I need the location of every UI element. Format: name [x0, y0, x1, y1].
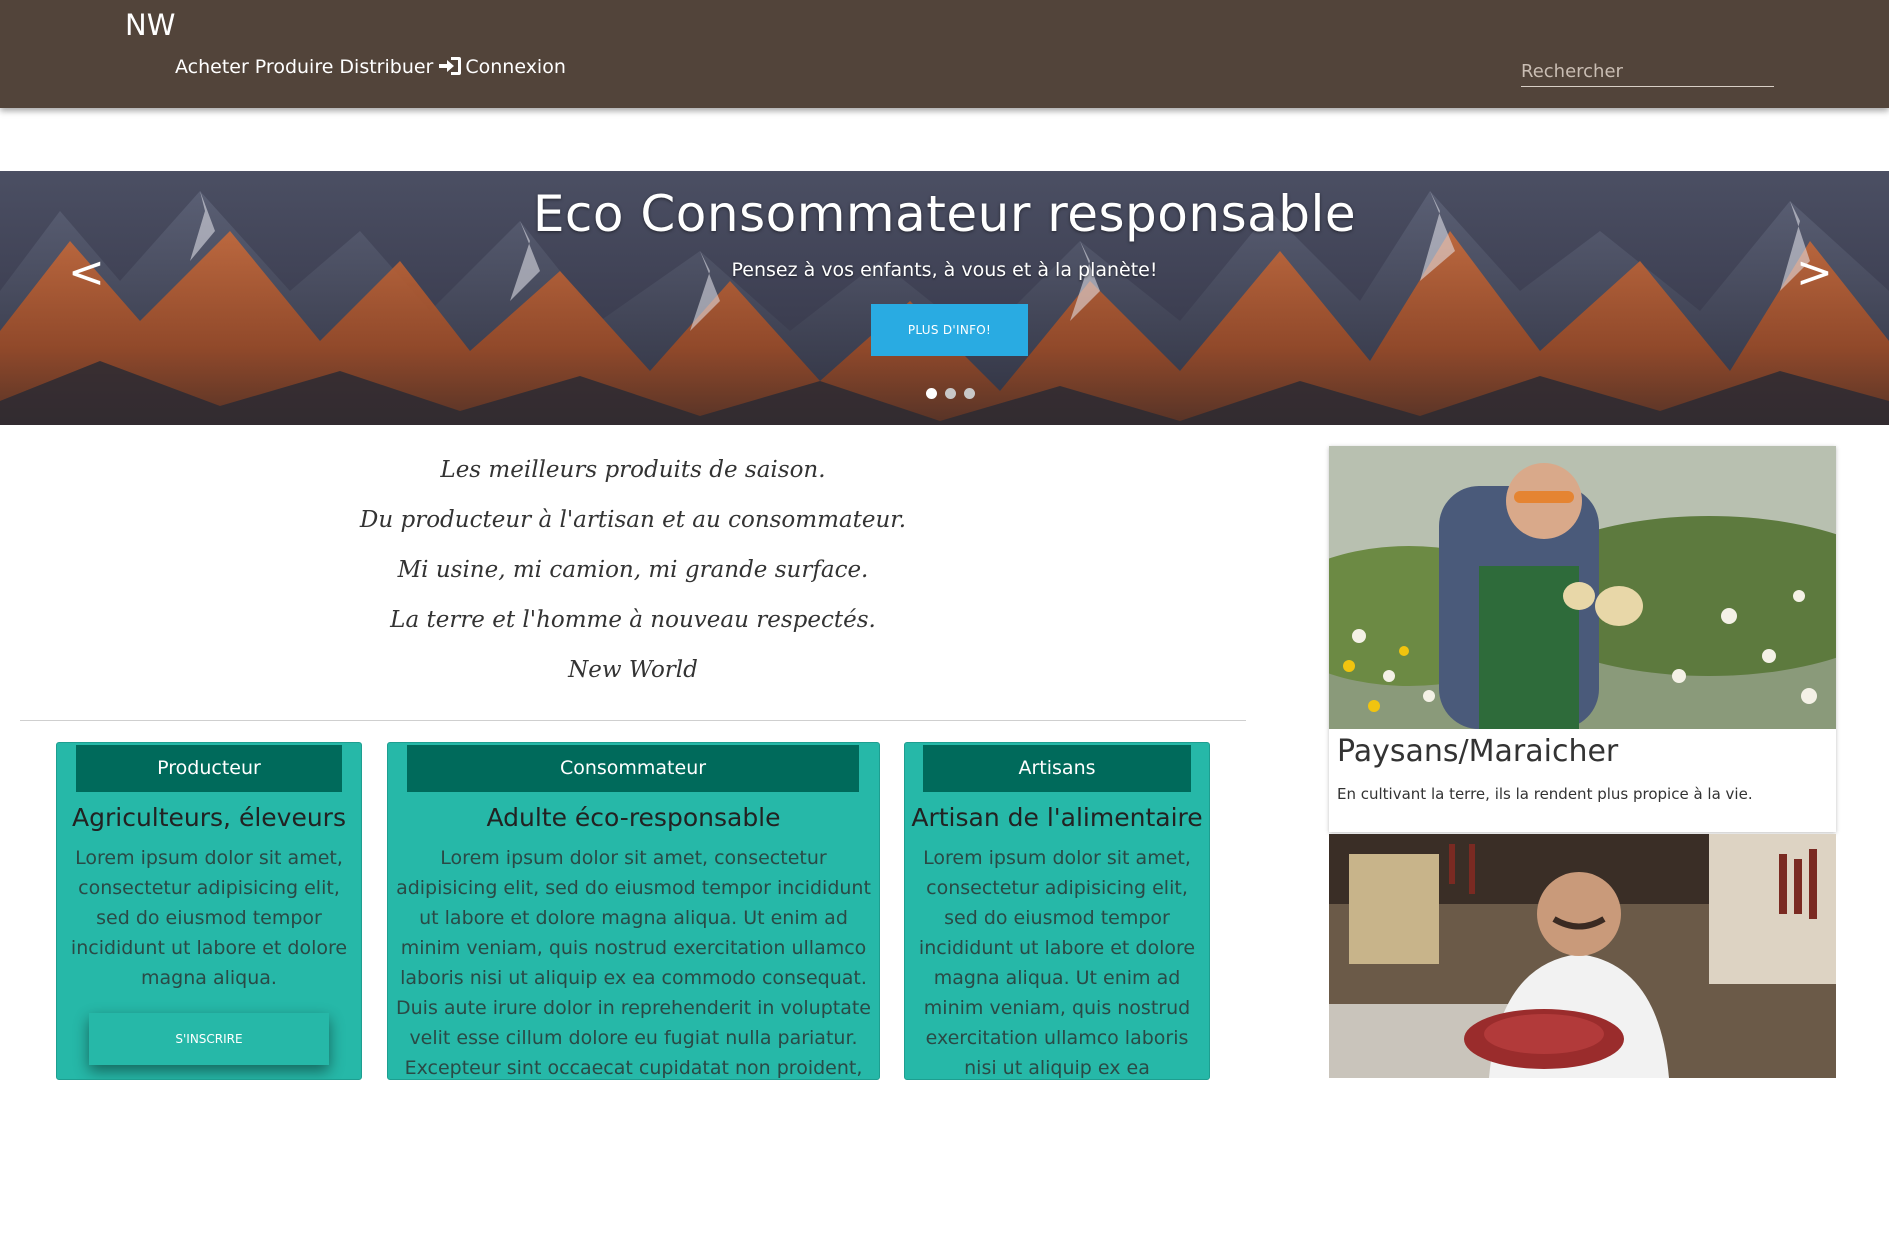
card-text-line: Lorem ipsum dolor sit amet,	[75, 847, 343, 869]
card-title: Artisan de l'alimentaire	[911, 803, 1203, 832]
card-header: Producteur	[76, 745, 342, 792]
feature-caption: Paysans/Maraicher	[1337, 734, 1619, 769]
card-text-line: ut labore et dolore magna aliqua. Ut eni…	[419, 907, 848, 929]
card-text-line: magna aliqua. Ut enim ad	[933, 967, 1181, 989]
login-label: Connexion	[465, 56, 566, 78]
sign-in-icon	[439, 57, 462, 75]
card-text: Lorem ipsum dolor sit amet, consectetur …	[63, 843, 355, 993]
card-text-line: Duis aute irure dolor in reprehenderit i…	[396, 997, 871, 1019]
farmer-photo	[1329, 446, 1836, 729]
quote-line: Mi usine, mi camion, mi grande surface.	[397, 557, 869, 583]
quote-line: La terre et l'homme à nouveau respectés.	[390, 607, 876, 633]
carousel-indicators	[926, 388, 975, 399]
card-text-line: velit esse cillum dolore eu fugiat nulla…	[409, 1027, 858, 1049]
nav-link-distribuer[interactable]: Distribuer	[339, 56, 433, 78]
card-text-line: adipisicing elit, sed do eiusmod tempor …	[396, 877, 871, 899]
butcher-photo[interactable]	[1329, 834, 1836, 1078]
card-artisans: Artisans Artisan de l'alimentaire Lorem …	[904, 742, 1210, 1080]
card-text: Lorem ipsum dolor sit amet, consectetur …	[911, 843, 1203, 1079]
top-navbar: NW Acheter Produire Distribuer Connexion	[0, 0, 1889, 108]
hero-title: Eco Consommateur responsable	[532, 185, 1357, 243]
card-text-line: nisi ut aliquip ex ea	[964, 1057, 1150, 1079]
more-info-button[interactable]: PLUS D'INFO!	[871, 304, 1028, 356]
carousel-dot-1[interactable]	[926, 388, 937, 399]
search-box	[1521, 58, 1774, 87]
farmer-image	[1329, 446, 1836, 729]
nav-link-produire[interactable]: Produire	[255, 56, 334, 78]
carousel-dot-2[interactable]	[945, 388, 956, 399]
card-header: Artisans	[923, 745, 1191, 792]
quote-line: Les meilleurs produits de saison.	[440, 457, 826, 483]
card-text-line: consectetur adipisicing elit,	[78, 877, 340, 899]
card-text-line: magna aliqua.	[141, 967, 277, 989]
card-text-line: Excepteur sint occaecat cupidatat non pr…	[404, 1057, 863, 1079]
nav-link-acheter[interactable]: Acheter	[175, 56, 249, 78]
card-text-line: exercitation ullamco laboris	[925, 1027, 1189, 1049]
tagline-quote: Les meilleurs produits de saison. Du pro…	[20, 452, 1246, 702]
card-text-line: incididunt ut labore et dolore	[918, 937, 1196, 959]
farmer-feature-card[interactable]: Paysans/Maraicher En cultivant la terre,…	[1329, 446, 1836, 832]
card-text-line: sed do eiusmod tempor	[944, 907, 1170, 929]
card-text-line: sed do eiusmod tempor	[96, 907, 322, 929]
card-text-line: minim veniam, quis nostrud exercitation …	[400, 937, 867, 959]
card-header: Consommateur	[407, 745, 859, 792]
quote-signature: New World	[568, 657, 698, 683]
main-nav: Acheter Produire Distribuer Connexion	[175, 56, 566, 78]
card-text-line: Lorem ipsum dolor sit amet,	[923, 847, 1191, 869]
butcher-image	[1329, 834, 1836, 1078]
card-text-line: Lorem ipsum dolor sit amet, consectetur	[440, 847, 827, 869]
card-producteur: Producteur Agriculteurs, éleveurs Lorem …	[56, 742, 362, 1080]
carousel-dot-3[interactable]	[964, 388, 975, 399]
login-link[interactable]: Connexion	[439, 56, 566, 78]
card-text-line: laboris nisi ut aliquip ex ea commodo co…	[400, 967, 867, 989]
hero-subtitle: Pensez à vos enfants, à vous et à la pla…	[731, 259, 1158, 281]
card-text-line: incididunt ut labore et dolore	[70, 937, 348, 959]
card-text-line: minim veniam, quis nostrud	[923, 997, 1191, 1019]
feature-description: En cultivant la terre, ils la rendent pl…	[1337, 785, 1753, 803]
card-title: Agriculteurs, éleveurs	[72, 803, 346, 832]
card-title: Adulte éco-responsable	[486, 803, 781, 832]
brand-logo[interactable]: NW	[125, 8, 175, 42]
card-text-line: consectetur adipisicing elit,	[926, 877, 1188, 899]
signup-button[interactable]: S'INSCRIRE	[89, 1013, 329, 1065]
section-divider	[20, 720, 1246, 721]
search-input[interactable]	[1521, 58, 1774, 84]
hero-carousel: < > Eco Consommateur responsable Pensez …	[0, 171, 1889, 425]
quote-line: Du producteur à l'artisan et au consomma…	[359, 507, 907, 533]
card-text: Lorem ipsum dolor sit amet, consectetur …	[392, 843, 875, 1079]
card-consommateur: Consommateur Adulte éco-responsable Lore…	[387, 742, 880, 1080]
